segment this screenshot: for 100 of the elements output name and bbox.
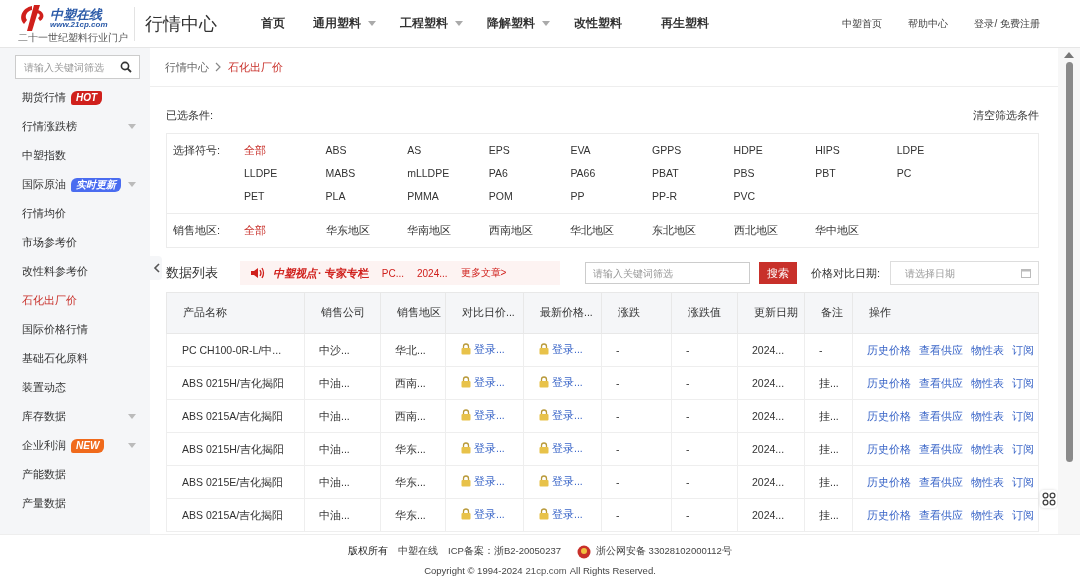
login-link[interactable]: 登录... [474, 375, 505, 389]
nav-link[interactable]: 改性塑料 [574, 16, 661, 31]
action-link[interactable]: 历史价格 [867, 508, 911, 522]
action-link[interactable]: 订阅 [1012, 376, 1034, 390]
action-link[interactable]: 物性表 [971, 409, 1004, 423]
filter-option[interactable]: PLA [325, 185, 408, 208]
action-link[interactable]: 物性表 [971, 475, 1004, 489]
sidebar-item[interactable]: 国际原油 实时更新 [0, 170, 150, 199]
filter-option[interactable]: GPPS [651, 139, 734, 162]
filter-option[interactable]: 华南地区 [407, 219, 489, 242]
sidebar-item[interactable]: 产能数据 [0, 460, 150, 489]
sidebar-item[interactable]: 企业利润 NEW [0, 431, 150, 460]
login-link[interactable]: 登录... [552, 441, 583, 455]
footer-link[interactable]: 21cp.com [525, 564, 567, 576]
filter-option[interactable]: HIPS [815, 139, 897, 162]
filter-option[interactable]: mLLDPE [407, 162, 489, 185]
action-link[interactable]: 物性表 [971, 343, 1004, 357]
search-button[interactable]: 搜索 [759, 262, 797, 284]
header-link[interactable]: 中塑首页 [842, 16, 883, 31]
filter-option[interactable]: 全部 [244, 219, 326, 242]
sidebar-item[interactable]: 改性料参考价 [0, 257, 150, 286]
action-link[interactable]: 查看供应 [919, 343, 963, 357]
action-link[interactable]: 查看供应 [919, 409, 963, 423]
login-link[interactable]: 登录... [552, 375, 583, 389]
nav-link[interactable]: 通用塑料 [313, 16, 400, 31]
sidebar-item[interactable]: 基础石化原料 [0, 344, 150, 373]
date-field[interactable]: 请选择日期 [890, 261, 1039, 285]
action-link[interactable]: 查看供应 [919, 508, 963, 522]
sidebar-item[interactable]: 市场参考价 [0, 228, 150, 257]
action-link[interactable]: 订阅 [1012, 343, 1034, 357]
sidebar-item[interactable]: 装置动态 [0, 373, 150, 402]
action-link[interactable]: 订阅 [1012, 442, 1034, 456]
filter-option[interactable]: PP-R [651, 185, 734, 208]
nav-link[interactable]: 降解塑料 [487, 16, 574, 31]
action-link[interactable]: 历史价格 [867, 475, 911, 489]
filter-option[interactable]: PC [896, 162, 979, 185]
floating-button[interactable] [1040, 490, 1057, 508]
filter-option[interactable]: PA6 [488, 162, 571, 185]
action-link[interactable]: 物性表 [971, 442, 1004, 456]
action-link[interactable]: 历史价格 [867, 442, 911, 456]
login-link[interactable]: 登录... [552, 474, 583, 488]
filter-option[interactable]: 西北地区 [733, 219, 816, 242]
header-link[interactable]: 帮助中心 [908, 16, 949, 31]
action-link[interactable]: 查看供应 [919, 376, 963, 390]
search-field[interactable]: 请输入关键词筛选 [15, 55, 140, 79]
login-link[interactable]: 登录... [474, 408, 505, 422]
action-link[interactable]: 历史价格 [867, 343, 911, 357]
search-field[interactable]: 请输入关键词筛选 [585, 262, 750, 284]
sidebar-item[interactable]: 产量数据 [0, 489, 150, 518]
action-link[interactable]: 订阅 [1012, 475, 1034, 489]
action-link[interactable]: 订阅 [1012, 409, 1034, 423]
collapse-handle[interactable] [150, 256, 162, 280]
header-link[interactable]: 登录/ 免费注册 [974, 16, 1040, 31]
filter-option[interactable]: 东北地区 [651, 219, 734, 242]
filter-option[interactable]: PBT [815, 162, 897, 185]
login-link[interactable]: 登录... [474, 441, 505, 455]
filter-option[interactable]: 华东地区 [325, 219, 408, 242]
login-link[interactable]: 登录... [552, 342, 583, 356]
more-articles-link[interactable]: 更多文章> [460, 266, 507, 280]
filter-option[interactable]: HDPE [733, 139, 816, 162]
filter-option[interactable]: AS [407, 139, 489, 162]
sidebar-item[interactable]: 行情涨跌榜 [0, 112, 150, 141]
sidebar-item[interactable]: 期货行情 HOT [0, 83, 150, 112]
login-link[interactable]: 登录... [474, 474, 505, 488]
login-link[interactable]: 登录... [474, 342, 505, 356]
filter-option[interactable]: 华中地区 [815, 219, 897, 242]
sidebar-item[interactable]: 库存数据 [0, 402, 150, 431]
scrollbar[interactable] [1058, 48, 1080, 534]
filter-option[interactable]: LLDPE [244, 162, 326, 185]
filter-option[interactable]: POM [488, 185, 571, 208]
filter-option[interactable]: PP [570, 185, 652, 208]
clear-filters-link[interactable]: 清空筛选条件 [973, 107, 1039, 123]
sidebar-item[interactable]: 国际价格行情 [0, 315, 150, 344]
footer-link[interactable]: 中塑在线 [398, 545, 439, 558]
action-link[interactable]: 历史价格 [867, 409, 911, 423]
article-link[interactable]: PC... [381, 267, 404, 279]
filter-option[interactable]: PBS [733, 162, 816, 185]
nav-link[interactable]: 首页 [261, 16, 313, 31]
filter-option[interactable]: PVC [733, 185, 816, 208]
action-link[interactable]: 物性表 [971, 508, 1004, 522]
login-link[interactable]: 登录... [552, 408, 583, 422]
action-link[interactable]: 查看供应 [919, 475, 963, 489]
filter-option[interactable]: PET [244, 185, 326, 208]
filter-option[interactable]: LDPE [896, 139, 979, 162]
action-link[interactable]: 物性表 [971, 376, 1004, 390]
action-link[interactable]: 订阅 [1012, 508, 1034, 522]
login-link[interactable]: 登录... [474, 507, 505, 521]
filter-option[interactable]: EPS [488, 139, 571, 162]
filter-option[interactable]: EVA [570, 139, 652, 162]
filter-option[interactable]: MABS [325, 162, 408, 185]
filter-option[interactable]: 西南地区 [488, 219, 571, 242]
filter-option[interactable]: ABS [325, 139, 408, 162]
filter-option[interactable]: PBAT [651, 162, 734, 185]
sidebar-item[interactable]: 行情均价 [0, 199, 150, 228]
filter-option[interactable]: PA66 [570, 162, 652, 185]
filter-option[interactable]: PMMA [407, 185, 489, 208]
breadcrumb-link[interactable]: 行情中心 [165, 59, 209, 75]
filter-option[interactable]: 全部 [244, 139, 326, 162]
sidebar-item[interactable]: 中塑指数 [0, 141, 150, 170]
login-link[interactable]: 登录... [552, 507, 583, 521]
